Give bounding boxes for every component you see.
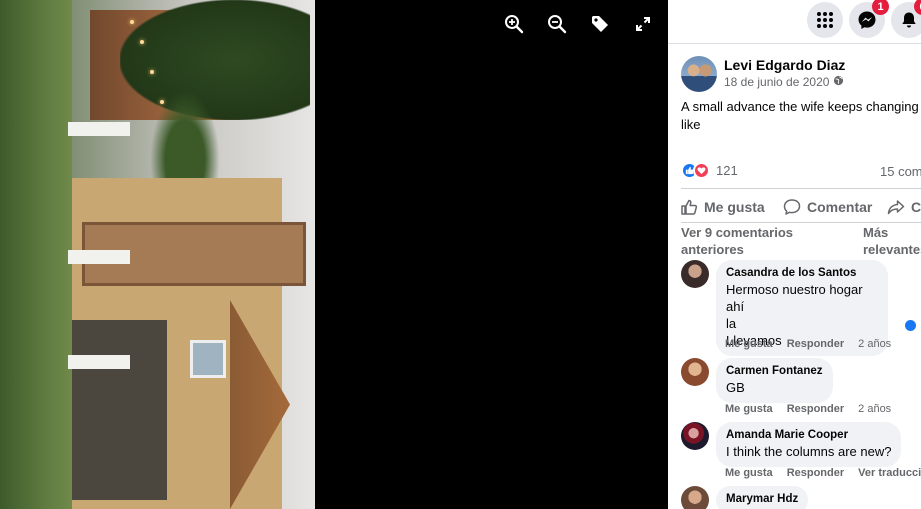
string-light xyxy=(150,70,154,74)
menu-button[interactable] xyxy=(807,2,843,38)
messenger-icon xyxy=(858,11,876,29)
commenter-avatar[interactable] xyxy=(681,422,709,450)
comment-line: I think the columns are new? xyxy=(726,444,892,459)
divider xyxy=(681,222,921,223)
commenter-name[interactable]: Carmen Fontanez xyxy=(726,364,823,379)
photo-column xyxy=(68,250,130,264)
comment-like-button[interactable]: Me gusta xyxy=(725,467,773,479)
post-panel: 1 6 Levi Edgardo Diaz 18 de junio de 202… xyxy=(668,0,921,509)
comment-actions: Me gusta Responder 2 años xyxy=(725,338,891,350)
photo-lawn xyxy=(0,0,72,509)
comment-line: la xyxy=(726,316,737,331)
commenter-name[interactable]: Casandra de los Santos xyxy=(726,266,878,281)
string-light xyxy=(140,40,144,44)
comment-bubble: Carmen Fontanez GB xyxy=(716,358,833,403)
comment-actions: Me gusta Responder Ver traducción xyxy=(725,467,921,479)
reactions-summary[interactable]: 121 xyxy=(681,162,738,179)
messenger-badge: 1 xyxy=(872,0,889,15)
commenter-avatar[interactable] xyxy=(681,486,709,509)
comment-item: Marymar Hdz xyxy=(681,486,809,509)
top-navigation: 1 6 xyxy=(668,0,921,44)
thumbs-up-icon xyxy=(681,199,698,215)
commenter-avatar[interactable] xyxy=(681,358,709,386)
comment-bubble: Amanda Marie Cooper I think the columns … xyxy=(716,422,902,467)
commenter-name[interactable]: Amanda Marie Cooper xyxy=(726,428,891,443)
comment-button[interactable]: Comentar xyxy=(783,198,887,216)
sort-comments-button[interactable]: Más relevantes xyxy=(863,224,921,258)
comment-like-button[interactable]: Me gusta xyxy=(725,338,773,350)
comment-actions: Me gusta Responder 2 años xyxy=(725,403,891,415)
photo-window xyxy=(190,340,226,378)
comment-item: Carmen Fontanez GB xyxy=(681,358,833,403)
messenger-button[interactable]: 1 xyxy=(849,0,889,38)
like-label: Me gusta xyxy=(704,199,765,215)
comments-count[interactable]: 15 com xyxy=(880,164,921,179)
divider xyxy=(681,188,921,189)
photo-porch xyxy=(72,320,167,500)
photo-column xyxy=(68,122,130,136)
reaction-count: 121 xyxy=(716,163,738,178)
comment-time[interactable]: 2 años xyxy=(858,403,891,415)
zoom-out-icon[interactable] xyxy=(546,10,568,38)
globe-icon xyxy=(833,74,844,90)
comment-like-icon[interactable] xyxy=(903,318,918,333)
post-actions: Me gusta Comentar Co xyxy=(680,198,921,216)
comment-reply-button[interactable]: Responder xyxy=(787,467,844,479)
fullscreen-icon[interactable] xyxy=(632,10,654,38)
post-date[interactable]: 18 de junio de 2020 xyxy=(724,74,829,90)
like-button[interactable]: Me gusta xyxy=(680,198,783,216)
zoom-in-icon[interactable] xyxy=(503,10,525,38)
see-translation-link[interactable]: Ver traducción xyxy=(858,467,921,479)
comment-label: Comentar xyxy=(807,199,873,215)
notifications-button[interactable]: 6 xyxy=(891,0,921,38)
comment-icon xyxy=(783,199,801,215)
bell-icon xyxy=(902,12,916,28)
comment-reply-button[interactable]: Responder xyxy=(787,403,844,415)
tag-icon[interactable] xyxy=(589,10,611,38)
grid-menu-icon xyxy=(817,12,833,28)
share-icon xyxy=(887,200,905,215)
comment-reply-button[interactable]: Responder xyxy=(787,338,844,350)
string-light xyxy=(160,100,164,104)
post-date-row: 18 de junio de 2020 xyxy=(724,74,845,90)
commenter-name[interactable]: Marymar Hdz xyxy=(726,492,798,507)
author-name[interactable]: Levi Edgardo Diaz xyxy=(724,56,845,74)
comment-line: Hermoso nuestro hogar ahí xyxy=(726,282,863,314)
love-reaction-icon xyxy=(693,162,710,179)
share-button[interactable]: Co xyxy=(887,198,921,216)
comment-bubble: Marymar Hdz xyxy=(716,486,809,509)
comment-like-button[interactable]: Me gusta xyxy=(725,403,773,415)
post-text: A small advance the wife keeps changing … xyxy=(681,99,919,132)
photo-column xyxy=(68,355,130,369)
comment-line: GB xyxy=(726,380,745,395)
commenter-avatar[interactable] xyxy=(681,260,709,288)
author-avatar[interactable] xyxy=(681,56,717,92)
viewer-toolbar xyxy=(503,10,654,38)
share-label: Co xyxy=(911,199,921,215)
post-photo[interactable] xyxy=(0,0,315,509)
view-previous-comments[interactable]: Ver 9 comentarios anteriores xyxy=(681,224,841,258)
comment-time[interactable]: 2 años xyxy=(858,338,891,350)
photo-viewer xyxy=(0,0,668,509)
post-header: Levi Edgardo Diaz 18 de junio de 2020 xyxy=(681,56,845,92)
string-light xyxy=(130,20,134,24)
comment-item: Amanda Marie Cooper I think the columns … xyxy=(681,422,902,467)
